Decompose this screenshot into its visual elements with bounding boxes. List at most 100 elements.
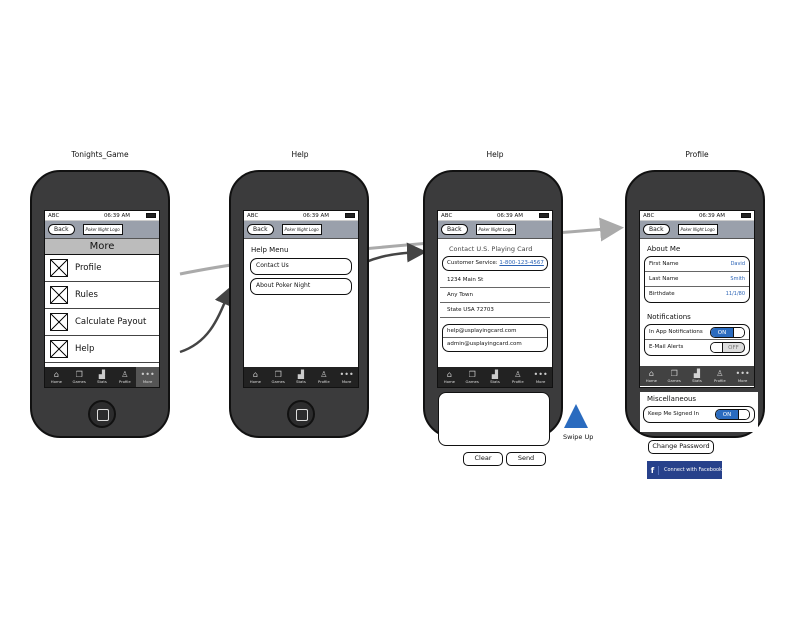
logo: Poker Night Logo [281,224,322,235]
customer-service-row: Customer Service: 1-800-123-4567 [443,257,547,270]
logo: Poker Night Logo [475,224,516,235]
phone-help-menu: ABC 06:39 AM Back Poker Night Logo Help … [229,170,369,438]
toggle-label: Keep Me Signed In [648,411,699,417]
tab-games[interactable]: ❐ Games [68,367,91,387]
back-button[interactable]: Back [247,224,274,235]
more-icon: ••• [533,370,548,379]
toggle-knob [733,327,744,337]
tab-label: Stats [97,379,107,384]
tab-more[interactable]: ••• More [731,366,754,386]
toggle-knob [738,409,749,419]
home-button[interactable] [88,400,116,428]
more-icon: ••• [140,370,155,379]
message-textarea[interactable] [438,392,550,446]
connect-facebook-button[interactable]: f Connect with Facebook [647,461,722,479]
tab-stats[interactable]: ▟ Stats [91,367,114,387]
field-value: Smith [730,276,745,282]
tab-home[interactable]: ⌂ Home [244,367,267,387]
phone-more: ABC 06:39 AM Back Poker Night Logo More … [30,170,170,438]
list-item-label: Rules [75,290,98,300]
toggle-label: E-Mail Alerts [649,344,684,350]
list-item-help[interactable]: Help [45,336,159,363]
battery-icon [741,213,751,218]
in-app-notifications-row: In App Notifications ON [645,325,749,340]
screen-title-help: Help [291,150,309,159]
in-app-notifications-toggle[interactable]: ON [710,326,745,338]
tab-more[interactable]: ••• More [529,367,552,387]
first-name-row[interactable]: First Name David [645,257,749,272]
tab-profile[interactable]: ♙ Profile [708,366,731,386]
clock: 06:39 AM [698,212,726,219]
tab-stats[interactable]: ▟ Stats [290,367,313,387]
list-item-calculate-payout[interactable]: Calculate Payout [45,309,159,336]
tab-games[interactable]: ❐ Games [267,367,290,387]
email-link[interactable]: help@usplayingcard.com [443,325,547,338]
change-password-button[interactable]: Change Password [648,440,714,454]
home-button[interactable] [287,400,315,428]
keep-signed-in-row: Keep Me Signed In ON [644,407,754,422]
arrow-help-to-help-menu [179,285,234,354]
contact-us-button[interactable]: Contact Us [250,258,352,275]
status-bar: ABC 06:39 AM [438,211,552,221]
contact-title: Contact U.S. Playing Card [449,245,533,253]
tab-home[interactable]: ⌂ Home [45,367,68,387]
back-button[interactable]: Back [441,224,468,235]
toggle-state: ON [716,409,738,419]
stats-icon: ▟ [98,370,106,379]
stats-icon: ▟ [491,370,499,379]
tab-label: Home [443,379,455,384]
back-button[interactable]: Back [48,224,75,235]
tab-stats[interactable]: ▟ Stats [686,366,709,386]
clear-button[interactable]: Clear [463,452,503,466]
screen-help-menu: ABC 06:39 AM Back Poker Night Logo Help … [243,210,359,388]
logo: Poker Night Logo [82,224,123,235]
birthdate-row[interactable]: Birthdate 11/1/80 [645,287,749,302]
tab-more[interactable]: ••• More [136,367,159,387]
tab-games[interactable]: ❐ Games [663,366,686,386]
tab-label: Profile [713,378,726,383]
tab-stats[interactable]: ▟ Stats [484,367,507,387]
tab-bar: ⌂ Home ❐ Games ▟ Stats ♙ Profile ••• More [438,367,552,387]
tab-label: Games [667,378,681,383]
address-line: Any Town [440,288,550,303]
clock: 06:39 AM [302,212,330,219]
tab-label: Stats [296,379,306,384]
tab-label: Games [465,379,479,384]
facebook-icon: f [647,465,659,475]
profile-icon: ♙ [320,370,328,379]
tab-more[interactable]: ••• More [335,367,358,387]
list-item-rules[interactable]: Rules [45,282,159,309]
image-placeholder-icon [50,340,68,358]
tab-label: Stats [692,378,702,383]
clock: 06:39 AM [103,212,131,219]
list-item-profile[interactable]: Profile [45,255,159,282]
battery-icon [539,213,549,218]
screen-more: ABC 06:39 AM Back Poker Night Logo More … [44,210,160,388]
status-bar: ABC 06:39 AM [640,211,754,221]
tab-label: More [737,378,748,383]
profile-icon: ♙ [121,370,129,379]
email-alerts-toggle[interactable]: OFF [710,341,745,353]
miscellaneous-title: Miscellaneous [647,395,697,403]
keep-signed-in-toggle[interactable]: ON [715,408,750,420]
email-link[interactable]: admin@usplayingcard.com [443,338,547,351]
send-button[interactable]: Send [506,452,546,466]
back-button[interactable]: Back [643,224,670,235]
address-line: State USA 72703 [440,303,550,318]
tab-home[interactable]: ⌂ Home [438,367,461,387]
field-value: David [730,261,745,267]
field-label: Last Name [649,276,679,282]
last-name-row[interactable]: Last Name Smith [645,272,749,287]
phone-link[interactable]: 1-800-123-4567 [499,260,543,266]
carrier: ABC [441,212,453,219]
about-poker-night-button[interactable]: About Poker Night [250,278,352,295]
list-item-label: Profile [75,263,102,273]
tab-profile[interactable]: ♙ Profile [506,367,529,387]
tab-home[interactable]: ⌂ Home [640,366,663,386]
tab-games[interactable]: ❐ Games [461,367,484,387]
image-placeholder-icon [50,259,68,277]
tab-profile[interactable]: ♙ Profile [312,367,335,387]
tab-profile[interactable]: ♙ Profile [113,367,136,387]
home-icon: ⌂ [648,369,654,378]
list-item-label: Calculate Payout [75,317,147,327]
